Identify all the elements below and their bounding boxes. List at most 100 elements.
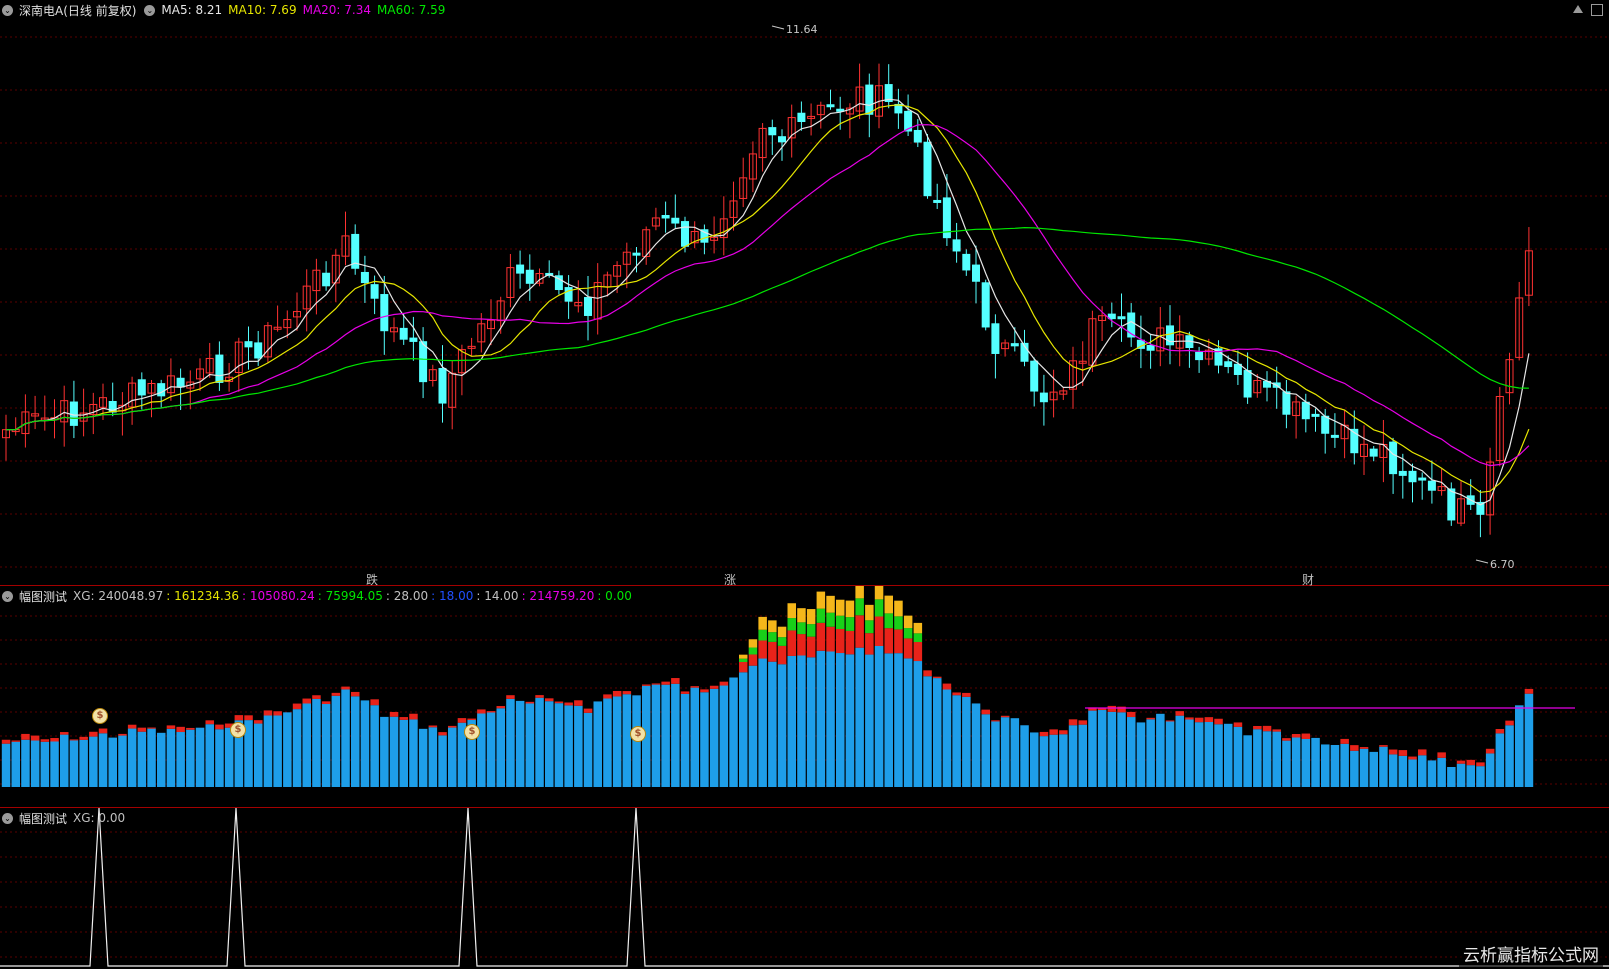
candle-body bbox=[380, 294, 389, 332]
stacked-bar-base bbox=[1097, 710, 1107, 787]
stacked-bar-base bbox=[680, 693, 690, 787]
stacked-bar-red bbox=[826, 626, 835, 652]
stacked-bar-red bbox=[816, 622, 826, 651]
stacked-bar-red bbox=[942, 683, 952, 690]
stacked-bar-base bbox=[855, 647, 864, 787]
stacked-bar-base bbox=[186, 729, 195, 787]
candlestick-chart bbox=[0, 25, 1609, 568]
stacked-bar-red bbox=[477, 709, 486, 714]
candle-body bbox=[778, 136, 786, 143]
candle-body bbox=[399, 327, 408, 340]
stacked-bar-base bbox=[1204, 722, 1214, 787]
stacked-bar-base bbox=[1398, 755, 1408, 787]
stacked-bar-base bbox=[535, 697, 544, 787]
stacked-bar-red bbox=[1078, 720, 1087, 725]
stacked-bar-red bbox=[564, 702, 573, 706]
stacked-bar-base bbox=[865, 654, 874, 787]
stacked-bar-base bbox=[108, 737, 117, 787]
stacked-bar-base bbox=[991, 721, 1000, 787]
stacked-bar-orange bbox=[903, 615, 913, 629]
indicator-value-item: XG: 240048.97 bbox=[73, 589, 164, 603]
stacked-bar-red bbox=[1107, 705, 1117, 712]
stacked-bar-base bbox=[389, 716, 399, 787]
collapse-circle-icon[interactable]: ⌄ bbox=[144, 4, 156, 16]
stacked-bar-red bbox=[554, 701, 564, 704]
stacked-bar-red bbox=[496, 706, 505, 709]
stacked-bar-base bbox=[593, 701, 602, 787]
stacked-bar-red bbox=[923, 670, 932, 677]
stacked-bar-red bbox=[884, 628, 893, 654]
stacked-bar-base bbox=[554, 703, 564, 787]
stacked-bar-base bbox=[1272, 731, 1281, 787]
candle-body bbox=[370, 284, 379, 299]
stacked-bar-base bbox=[1369, 751, 1378, 787]
stacked-bar-red bbox=[739, 661, 748, 673]
coin-icon: $ bbox=[92, 708, 108, 724]
stacked-bar-red bbox=[89, 731, 98, 737]
indicator-pane-2[interactable]: ⌄ 幅图测试 XG: 0.00 bbox=[0, 808, 1609, 969]
stacked-bar-base bbox=[729, 677, 738, 787]
collapse-circle-icon[interactable]: ⌄ bbox=[2, 590, 13, 602]
stacked-bar-red bbox=[1127, 711, 1136, 718]
stacked-bar-base bbox=[409, 719, 418, 787]
stacked-bar-orange bbox=[758, 616, 767, 630]
candle-body bbox=[438, 367, 447, 404]
stacked-bar-red bbox=[874, 616, 884, 646]
stacked-bar-red bbox=[273, 711, 282, 716]
stacked-bar-base bbox=[806, 657, 816, 787]
stacked-bar-red bbox=[525, 701, 535, 704]
stacked-bar-base bbox=[205, 724, 214, 787]
stacked-bar-red bbox=[302, 698, 311, 704]
ma-legend: MA5: 8.21 MA10: 7.69 MA20: 7.34 MA60: 7.59 bbox=[161, 3, 451, 17]
stacked-bar-base bbox=[661, 684, 670, 787]
candle-body bbox=[409, 337, 418, 342]
stacked-bar-red bbox=[448, 725, 457, 728]
indicator-title-2: 幅图测试 bbox=[19, 811, 68, 826]
stacked-bar-base bbox=[1107, 711, 1117, 787]
stacked-bar-red bbox=[21, 733, 30, 740]
indicator-pane-1[interactable]: ⌄ 幅图测试 XG: 240048.97: 161234.36: 105080.… bbox=[0, 586, 1609, 807]
candle-body bbox=[913, 129, 922, 143]
indicator-values: XG: 240048.97: 161234.36: 105080.24: 759… bbox=[73, 589, 635, 603]
ma-legend-item: MA5: 8.21 bbox=[161, 3, 223, 17]
stacked-bar-red bbox=[205, 720, 214, 725]
moving-average-line bbox=[5, 104, 1530, 493]
stacked-bar-green bbox=[874, 599, 884, 617]
price-pane[interactable]: ⌄ 深南电A(日线 前复权) ⌄ MA5: 8.21 MA10: 7.69 MA20… bbox=[0, 0, 1609, 587]
stacked-bar-base bbox=[952, 695, 961, 787]
stacked-bar-red bbox=[1398, 750, 1408, 756]
stacked-bar-base bbox=[1321, 744, 1330, 787]
stacked-bar-base bbox=[700, 692, 709, 787]
candle-body bbox=[952, 239, 961, 252]
stacked-bar-base bbox=[1194, 722, 1204, 787]
candle-body bbox=[322, 272, 331, 287]
stacked-bar-orange bbox=[748, 639, 758, 648]
stacked-bar-base bbox=[118, 735, 127, 787]
collapse-circle-icon[interactable]: ⌄ bbox=[2, 4, 13, 16]
candle-body bbox=[1146, 344, 1155, 351]
candle-body bbox=[525, 269, 534, 284]
candle-body bbox=[962, 253, 971, 271]
stacked-bar-red bbox=[583, 708, 593, 713]
stacked-bar-red bbox=[486, 711, 496, 713]
stacked-bar-red bbox=[574, 700, 583, 706]
collapse-circle-icon[interactable]: ⌄ bbox=[2, 812, 13, 824]
stacked-bar-red bbox=[903, 638, 913, 659]
stacked-bar-orange bbox=[874, 586, 884, 600]
stacked-bar-base bbox=[739, 672, 748, 787]
stacked-bar-red bbox=[1165, 720, 1175, 722]
stacked-bar-red bbox=[254, 720, 263, 724]
candle-body bbox=[176, 377, 185, 388]
stacked-bar-red bbox=[215, 724, 224, 730]
indicator-value-item: : 75994.05 bbox=[317, 589, 383, 603]
stacked-bar-red bbox=[642, 684, 651, 686]
stacked-bar-red bbox=[137, 727, 147, 732]
stacked-bar-base bbox=[1291, 737, 1301, 787]
stacked-bar-green bbox=[836, 615, 845, 629]
moving-average-line bbox=[5, 124, 1530, 467]
stacked-bar-base bbox=[1418, 755, 1427, 787]
candle-body bbox=[1224, 361, 1233, 368]
indicator-value-item: : 18.00 bbox=[431, 589, 474, 603]
stacked-bar-base bbox=[971, 703, 981, 787]
stacked-bar-base bbox=[1476, 766, 1485, 787]
